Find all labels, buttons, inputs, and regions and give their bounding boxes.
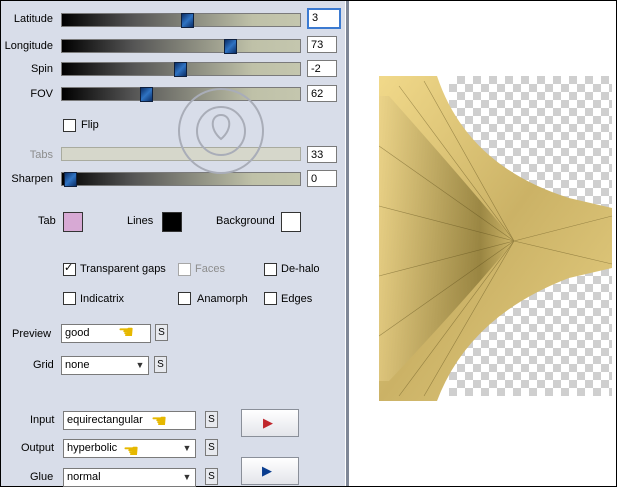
preview-canvas — [349, 1, 616, 486]
de-halo-checkbox[interactable] — [264, 263, 277, 276]
fov-input[interactable]: 62 — [307, 85, 337, 102]
grid-value: none — [65, 359, 90, 371]
anamorph-checkbox[interactable] — [178, 292, 191, 305]
faces-checkbox — [178, 263, 191, 276]
tab-color-label: Tab — [38, 215, 56, 227]
input-value: equirectangular — [67, 414, 143, 426]
indicatrix-checkbox[interactable] — [63, 292, 76, 305]
latitude-label: Latitude — [13, 13, 53, 25]
lines-color-swatch[interactable] — [162, 212, 182, 232]
flip-label: Flip — [81, 119, 99, 131]
sharpen-input[interactable]: 0 — [307, 170, 337, 187]
transparent-gaps-label: Transparent gaps — [80, 263, 166, 275]
tabs-input[interactable]: 33 — [307, 146, 337, 163]
indicatrix-label: Indicatrix — [80, 293, 125, 305]
output-label: Output — [21, 442, 55, 454]
chevron-down-icon: ▼ — [182, 472, 192, 482]
glue-s-button[interactable]: S — [205, 468, 218, 485]
render-arrow-icon: ▶ — [263, 415, 273, 430]
background-color-swatch[interactable] — [281, 212, 301, 232]
transparent-gaps-checkbox[interactable] — [63, 261, 76, 276]
pointing-hand-icon: ☛ — [123, 441, 140, 461]
de-halo-label: De-halo — [281, 263, 320, 275]
output-value: hyperbolic — [67, 442, 118, 454]
edges-checkbox[interactable] — [264, 292, 277, 305]
flip-checkbox[interactable] — [63, 119, 76, 132]
preview-s-button[interactable]: S — [155, 324, 168, 341]
pointing-hand-icon: ☛ — [151, 411, 168, 431]
preview-play-button[interactable]: ▶ — [241, 457, 299, 485]
input-select[interactable]: equirectangular — [63, 411, 196, 430]
longitude-slider[interactable] — [61, 39, 301, 54]
render-button[interactable]: ▶ — [241, 409, 299, 437]
longitude-thumb[interactable] — [223, 39, 237, 54]
grid-s-button[interactable]: S — [154, 356, 167, 373]
tab-color-swatch[interactable] — [63, 212, 83, 232]
longitude-input[interactable]: 73 — [307, 36, 337, 53]
spin-label: Spin — [30, 63, 53, 75]
sharpen-label: Sharpen — [11, 173, 53, 185]
faces-label: Faces — [195, 263, 225, 275]
play-sphere-icon: ▶ — [262, 463, 272, 478]
fov-label: FOV — [30, 88, 53, 100]
sharpen-thumb[interactable] — [64, 172, 78, 187]
glue-value: normal — [67, 471, 101, 483]
tabs-label: Tabs — [29, 149, 53, 161]
preview-label: Preview — [12, 328, 52, 340]
input-label: Input — [30, 414, 55, 426]
background-color-label: Background — [216, 215, 275, 227]
preview-value: good — [65, 327, 90, 339]
latitude-slider[interactable] — [61, 13, 301, 28]
pointing-hand-icon: ☛ — [118, 322, 135, 342]
spin-input[interactable]: -2 — [307, 60, 337, 77]
output-s-button[interactable]: S — [205, 439, 218, 456]
settings-panel: Latitude 3 Longitude 73 Spin -2 FOV 62 F… — [1, 1, 345, 487]
glue-select[interactable]: normal ▼ — [63, 468, 196, 487]
latitude-thumb[interactable] — [180, 13, 194, 28]
longitude-label: Longitude — [4, 40, 53, 52]
watermark-seal — [178, 88, 264, 174]
input-s-button[interactable]: S — [205, 411, 218, 428]
chevron-down-icon: ▼ — [182, 443, 192, 453]
grid-select[interactable]: none ▼ — [61, 356, 149, 375]
lines-color-label: Lines — [127, 215, 154, 227]
anamorph-label: Anamorph — [197, 293, 248, 305]
grid-label: Grid — [33, 359, 54, 371]
fov-thumb[interactable] — [140, 87, 154, 102]
hyperbolic-render-image — [379, 76, 612, 401]
latitude-input[interactable]: 3 — [307, 8, 341, 29]
glue-label: Glue — [30, 471, 54, 483]
edges-label: Edges — [281, 293, 313, 305]
chevron-down-icon: ▼ — [135, 360, 145, 370]
preview-select[interactable]: good — [61, 324, 151, 343]
